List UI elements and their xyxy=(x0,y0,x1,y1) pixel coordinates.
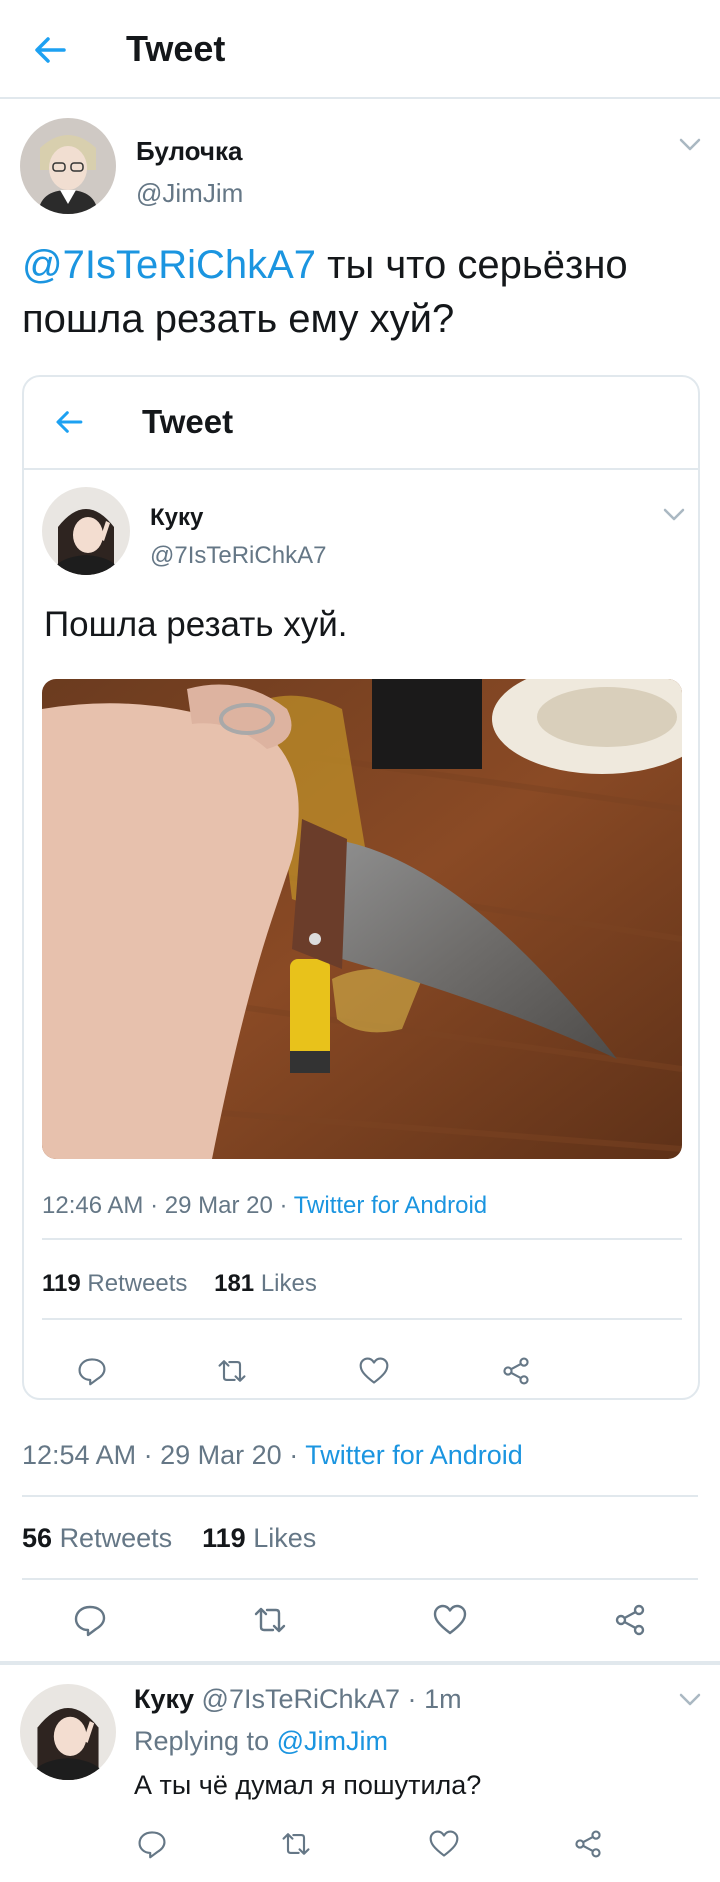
likes-count: 119 xyxy=(202,1523,246,1553)
quoted-time: 12:46 AM xyxy=(42,1192,144,1219)
divider xyxy=(22,1578,698,1580)
tweet-time: 12:54 AM xyxy=(22,1440,137,1470)
meta-separator: · xyxy=(150,1192,159,1219)
reply-text: А ты чё думал я пошутила? xyxy=(134,1770,482,1800)
page-title: Tweet xyxy=(126,28,226,69)
chevron-down-icon[interactable] xyxy=(678,1692,702,1708)
likes-label: Likes xyxy=(253,1523,317,1553)
share-icon[interactable] xyxy=(612,1602,648,1638)
retweets-label: Retweets xyxy=(59,1523,173,1553)
quoted-date: 29 Mar 20 xyxy=(164,1192,273,1219)
author-name[interactable]: Булочка xyxy=(136,136,242,167)
quoted-retweets-count: 119 xyxy=(42,1270,81,1297)
quoted-author-name[interactable]: Куку xyxy=(150,504,203,532)
tweet-photo[interactable] xyxy=(42,679,682,1159)
like-icon[interactable] xyxy=(428,1828,460,1860)
likes-stat[interactable]: 119 Likes xyxy=(202,1523,316,1553)
like-icon[interactable] xyxy=(432,1602,468,1638)
author-avatar[interactable] xyxy=(20,118,116,214)
quoted-likes-stat[interactable]: 181 Likes xyxy=(214,1270,317,1297)
quoted-source-link[interactable]: Twitter for Android xyxy=(294,1192,487,1219)
share-icon[interactable] xyxy=(572,1828,604,1860)
meta-separator: · xyxy=(143,1440,153,1470)
chevron-down-icon[interactable] xyxy=(678,137,702,153)
quoted-header-title: Tweet xyxy=(142,403,234,440)
tweet-source-link[interactable]: Twitter for Android xyxy=(305,1440,523,1470)
retweet-icon[interactable] xyxy=(216,1355,248,1387)
quoted-author-handle[interactable]: @7IsTeRiChkA7 xyxy=(150,542,326,570)
replying-to-line: Replying to @JimJim xyxy=(134,1726,388,1757)
author-handle[interactable]: @JimJim xyxy=(136,178,243,209)
quoted-retweets-stat[interactable]: 119 Retweets xyxy=(42,1270,187,1297)
meta-separator: · xyxy=(289,1440,299,1470)
meta-separator: · xyxy=(279,1192,288,1219)
reply-author-handle[interactable]: @7IsTeRiChkA7 xyxy=(202,1684,400,1714)
quoted-tweet-card[interactable]: Tweet Куку @7IsTeRiChkA7 Пошла резать ху… xyxy=(22,375,700,1400)
retweet-icon[interactable] xyxy=(280,1828,312,1860)
engagement-counts: 56 Retweets 119 Likes xyxy=(22,1523,316,1554)
share-icon[interactable] xyxy=(500,1355,532,1387)
retweet-icon[interactable] xyxy=(252,1602,288,1638)
quoted-header: Tweet xyxy=(24,377,698,470)
back-arrow-icon xyxy=(52,405,86,439)
reply-header: Куку @7IsTeRiChkA7 · 1m xyxy=(134,1684,462,1715)
like-icon[interactable] xyxy=(358,1355,390,1387)
reply-icon[interactable] xyxy=(76,1355,108,1387)
app-header: Tweet xyxy=(0,0,720,99)
retweets-stat[interactable]: 56 Retweets xyxy=(22,1523,172,1553)
mention-link[interactable]: @7IsTeRiChkA7 xyxy=(22,243,316,287)
quoted-likes-label: Likes xyxy=(260,1270,317,1297)
replying-prefix: Replying to xyxy=(134,1726,270,1756)
chevron-down-icon[interactable] xyxy=(662,507,686,523)
quoted-likes-count: 181 xyxy=(214,1270,255,1297)
reply-icon[interactable] xyxy=(136,1828,168,1860)
retweets-count: 56 xyxy=(22,1523,53,1553)
quoted-author-avatar[interactable] xyxy=(42,487,130,575)
divider xyxy=(22,1495,698,1497)
quoted-engagement-counts: 119 Retweets 181 Likes xyxy=(42,1270,317,1298)
reply-icon[interactable] xyxy=(72,1602,108,1638)
meta-separator: · xyxy=(407,1684,417,1714)
reply-time: 1m xyxy=(424,1684,462,1714)
replying-to-link[interactable]: @JimJim xyxy=(277,1726,388,1756)
section-divider xyxy=(0,1661,720,1665)
quoted-tweet-timestamp: 12:46 AM · 29 Mar 20 · Twitter for Andro… xyxy=(42,1192,487,1220)
tweet-timestamp: 12:54 AM · 29 Mar 20 · Twitter for Andro… xyxy=(22,1440,523,1471)
divider xyxy=(42,1238,682,1240)
reply-author-name[interactable]: Куку xyxy=(134,1684,194,1714)
reply-author-avatar[interactable] xyxy=(20,1684,116,1780)
divider xyxy=(42,1318,682,1320)
back-arrow-icon[interactable] xyxy=(30,30,70,70)
tweet-date: 29 Mar 20 xyxy=(160,1440,282,1470)
tweet-text: @7IsTeRiChkA7 ты что серьёзно пошла реза… xyxy=(22,238,702,346)
quoted-tweet-text: Пошла резать хуй. xyxy=(44,605,348,644)
quoted-retweets-label: Retweets xyxy=(87,1270,188,1297)
